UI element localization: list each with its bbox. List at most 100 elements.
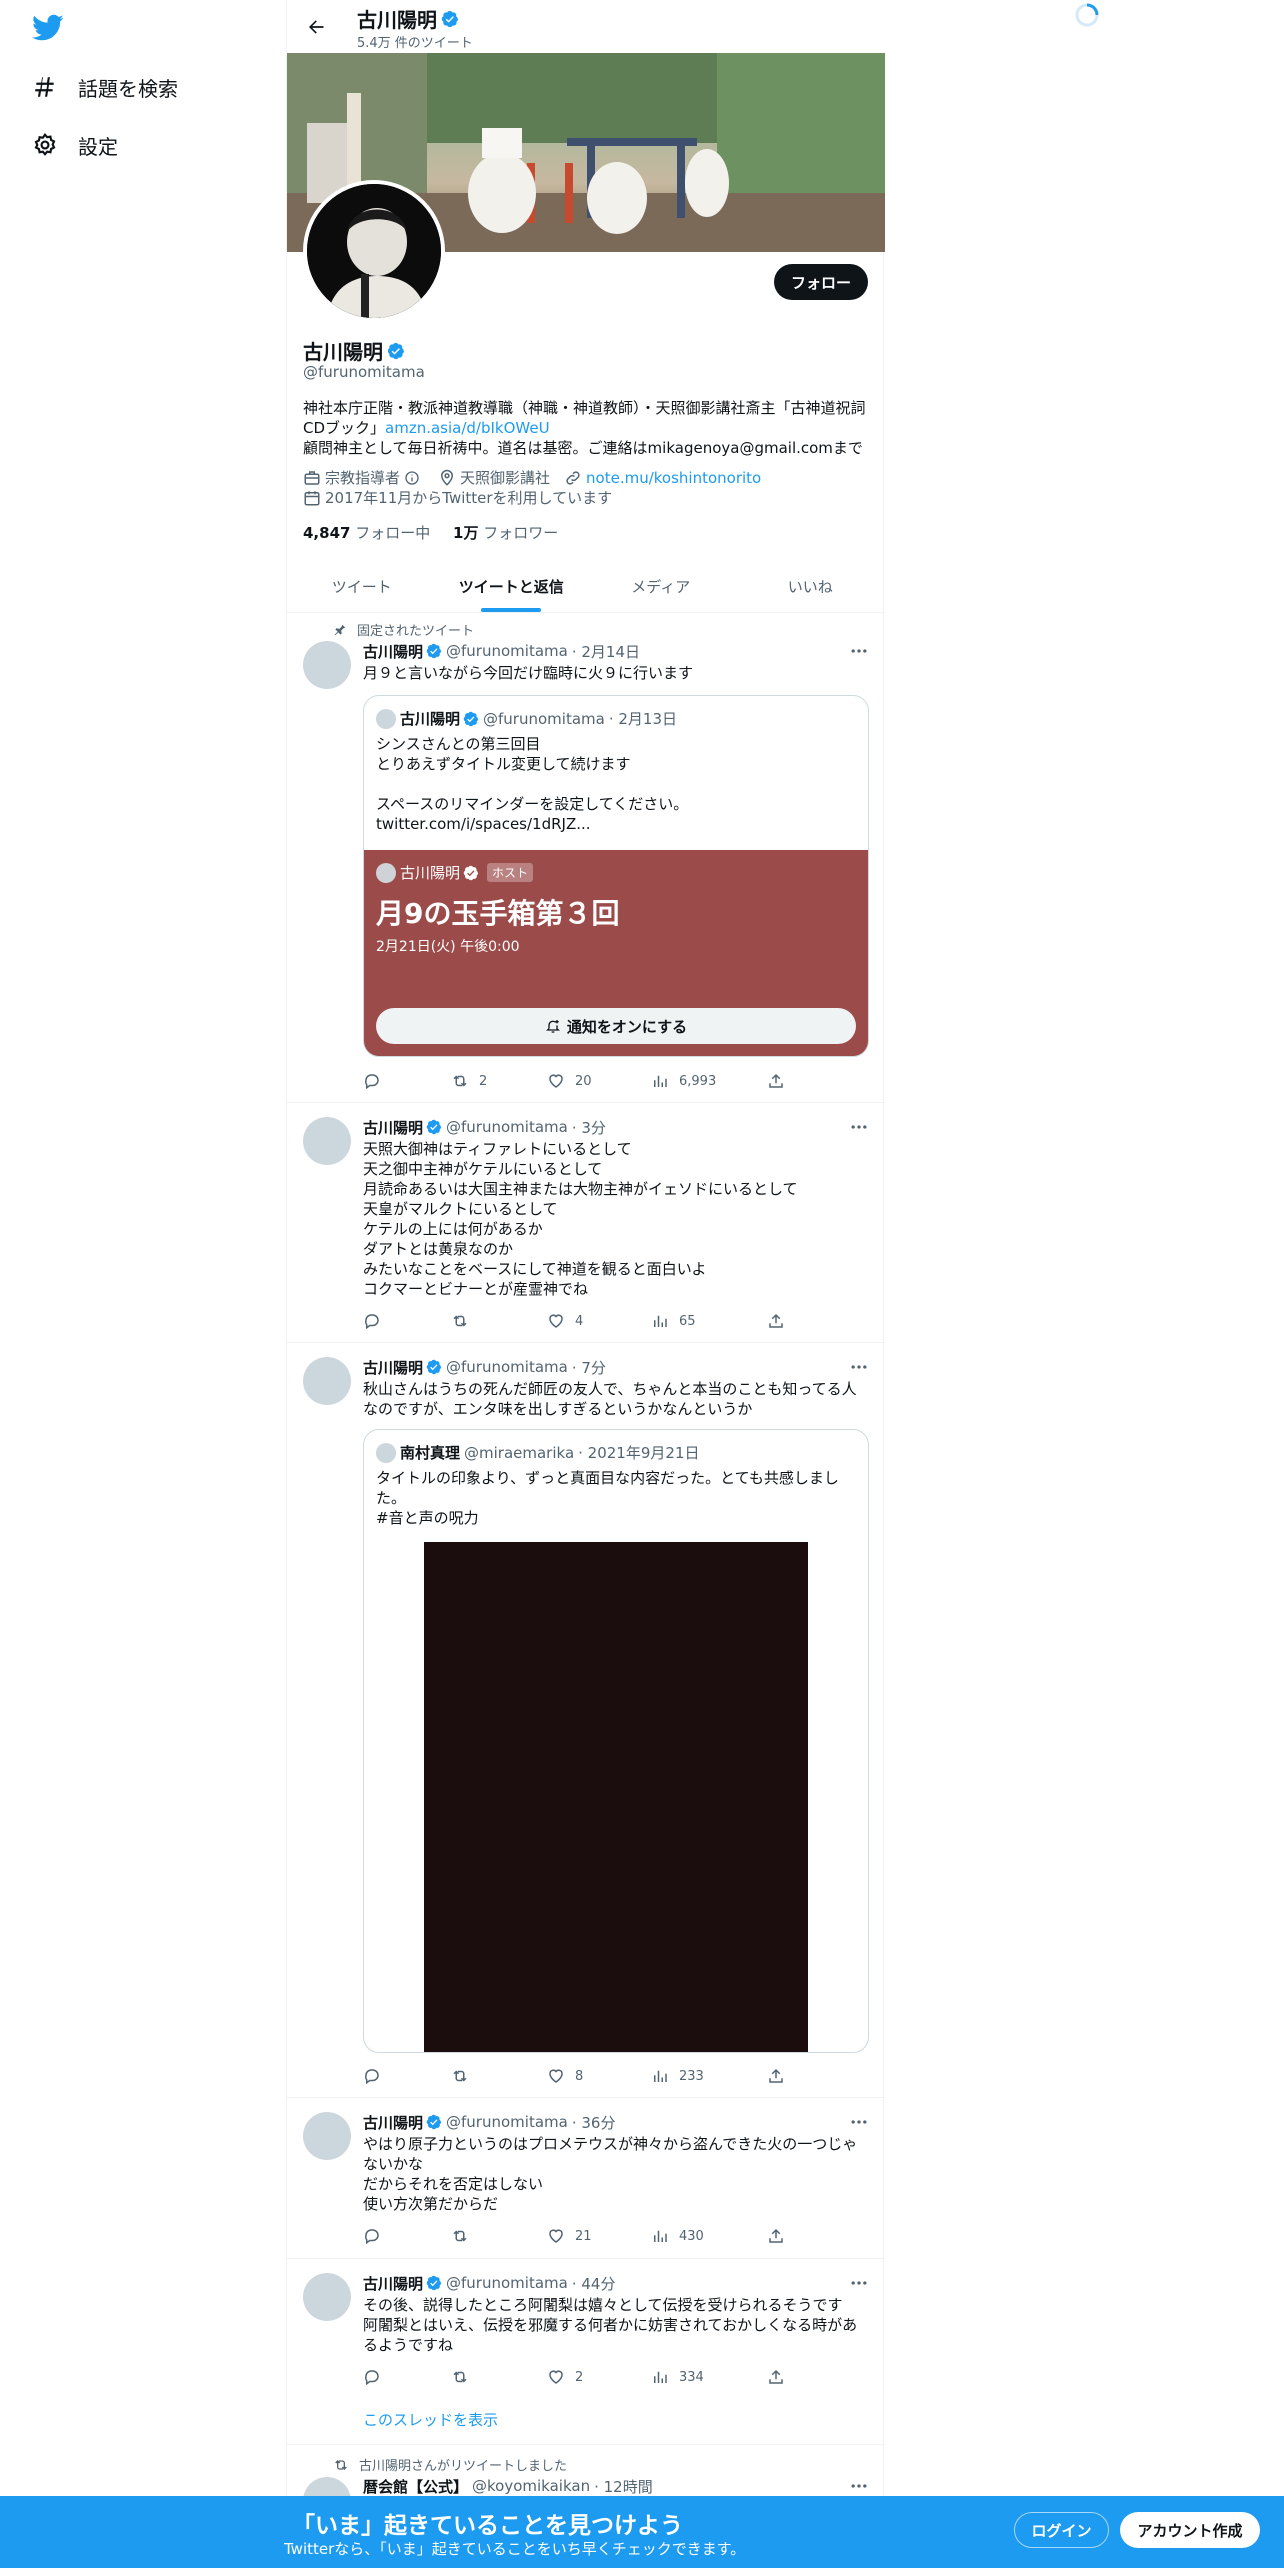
space-card[interactable]: 古川陽明 ホスト 月9の玉手箱第３回 2月21日(火) 午後0:00 通知をオン… — [364, 850, 868, 1056]
like-button[interactable]: 4 — [547, 1311, 651, 1331]
views-button[interactable]: 65 — [651, 1311, 767, 1331]
tab-tweets[interactable]: ツイート — [287, 560, 437, 612]
set-reminder-button[interactable]: 通知をオンにする — [376, 1008, 856, 1044]
tweet-author-handle[interactable]: @furunomitama — [446, 1358, 568, 1376]
briefcase-icon — [304, 471, 320, 485]
quote-avatar — [376, 708, 396, 729]
follow-stats: 4,847 フォロー中 1万 フォロワー — [303, 522, 558, 543]
tweet-author-handle[interactable]: @koyomikaikan — [472, 2477, 590, 2495]
quote-media-image[interactable] — [424, 1542, 808, 2052]
following-link[interactable]: 4,847 フォロー中 — [303, 524, 430, 542]
more-options-icon[interactable] — [849, 2112, 869, 2132]
tweet-author-name[interactable]: 古川陽明 — [363, 1117, 423, 1138]
heart-icon — [549, 1074, 563, 1088]
followers-link[interactable]: 1万 フォロワー — [453, 524, 558, 542]
share-button[interactable] — [767, 2226, 795, 2246]
reply-icon — [365, 2069, 379, 2085]
tweet-text: 秋山さんはうちの死んだ師匠の友人で、ちゃんと本当のことも知ってる人なのですが、エ… — [363, 1380, 857, 1418]
tweet-author-name[interactable]: 古川陽明 — [363, 2273, 423, 2294]
follow-button[interactable]: フォロー — [774, 264, 868, 300]
location-pin-icon — [441, 469, 454, 486]
retweet-button[interactable] — [451, 2367, 547, 2387]
like-button[interactable]: 20 — [547, 1071, 651, 1091]
twitter-logo-icon[interactable] — [32, 14, 64, 42]
tweet-author-handle[interactable]: @furunomitama — [446, 1118, 568, 1136]
tweet-avatar[interactable] — [303, 641, 351, 689]
profile-meta: 宗教指導者 天照御影講社 note.mu/koshintonorito 2017… — [303, 468, 869, 508]
like-button[interactable]: 2 — [547, 2367, 651, 2387]
tweet-timestamp[interactable]: · 2月14日 — [572, 641, 640, 662]
reply-button[interactable] — [363, 2066, 451, 2086]
views-button[interactable]: 334 — [651, 2367, 767, 2387]
tweet-avatar[interactable] — [303, 2273, 351, 2321]
tab-likes[interactable]: いいね — [736, 560, 886, 612]
tweet-timestamp[interactable]: · 3分 — [572, 1117, 606, 1138]
tweet-timestamp[interactable]: · 36分 — [572, 2112, 616, 2133]
info-icon[interactable] — [404, 470, 420, 486]
more-options-icon[interactable] — [849, 1357, 869, 1377]
more-options-icon[interactable] — [849, 641, 869, 661]
tab-media[interactable]: メディア — [586, 560, 736, 612]
login-button[interactable]: ログイン — [1014, 2512, 1109, 2548]
views-button[interactable]: 233 — [651, 2066, 767, 2086]
tweet-header: 古川陽明 @furunomitama · 7分 — [363, 1357, 869, 1377]
tweet-timestamp[interactable]: · 12時間 — [594, 2476, 653, 2497]
tweet-author-handle[interactable]: @furunomitama — [446, 2274, 568, 2292]
signup-button[interactable]: アカウント作成 — [1120, 2512, 1260, 2548]
host-badge: ホスト — [487, 863, 534, 882]
tweet[interactable]: 古川陽明 @furunomitama · 44分 その後、説得したところ阿闍梨は… — [287, 2259, 885, 2445]
like-button[interactable]: 21 — [547, 2226, 651, 2246]
back-arrow-icon[interactable] — [301, 12, 331, 42]
sidebar-item-settings[interactable]: 設定 — [30, 125, 118, 165]
more-options-icon[interactable] — [849, 2273, 869, 2293]
link-icon — [566, 471, 580, 485]
share-button[interactable] — [767, 2367, 795, 2387]
tweet[interactable]: 古川陽明 @furunomitama · 3分 天照大御神はティファレトにいると… — [287, 1103, 885, 1343]
profile-website-link[interactable]: note.mu/koshintonorito — [586, 468, 761, 488]
reply-button[interactable] — [363, 1311, 451, 1331]
profile-avatar[interactable] — [303, 180, 445, 322]
more-options-icon[interactable] — [849, 1117, 869, 1137]
tweet-author-name[interactable]: 古川陽明 — [363, 1357, 423, 1378]
reply-button[interactable] — [363, 2367, 451, 2387]
sidebar-item-explore[interactable]: 話題を検索 — [30, 67, 178, 107]
tweet-author-name[interactable]: 古川陽明 — [363, 641, 423, 662]
share-button[interactable] — [767, 1311, 795, 1331]
tweet-avatar[interactable] — [303, 2112, 351, 2160]
views-chart-icon — [654, 2371, 667, 2383]
tweet[interactable]: 固定されたツイート 古川陽明 @furunomitama · 2月14日 月９と… — [287, 613, 885, 1103]
retweet-button[interactable] — [451, 2066, 547, 2086]
retweet-button[interactable] — [451, 2226, 547, 2246]
tweet[interactable]: 古川陽明 @furunomitama · 36分 やはり原子力というのはプロメテ… — [287, 2098, 885, 2259]
retweet-button[interactable]: 2 — [451, 1071, 547, 1091]
sidebar-item-label: 設定 — [78, 134, 118, 159]
more-options-icon[interactable] — [849, 2476, 869, 2496]
like-button[interactable]: 8 — [547, 2066, 651, 2086]
reply-button[interactable] — [363, 2226, 451, 2246]
tweet-author-handle[interactable]: @furunomitama — [446, 2113, 568, 2131]
tweet-avatar[interactable] — [303, 1117, 351, 1165]
tweet-avatar[interactable] — [303, 1357, 351, 1405]
views-button[interactable]: 430 — [651, 2226, 767, 2246]
share-button[interactable] — [767, 1071, 795, 1091]
tweet-author-name[interactable]: 暦会館【公式】 — [363, 2476, 468, 2497]
quoted-tweet[interactable]: 南村真理 @miraemarika · 2021年9月21日 タイトルの印象より… — [363, 1429, 869, 2053]
share-icon — [769, 2228, 783, 2243]
tweet-timestamp[interactable]: · 7分 — [572, 1357, 606, 1378]
views-button[interactable]: 6,993 — [651, 1071, 767, 1091]
tweet-actions: 8 233 — [363, 2066, 803, 2086]
tweet-timestamp[interactable]: · 44分 — [572, 2273, 616, 2294]
views-chart-icon — [654, 1315, 667, 1327]
tweet[interactable]: 古川陽明 @furunomitama · 7分 秋山さんはうちの死んだ師匠の友人… — [287, 1343, 885, 2098]
retweet-button[interactable] — [451, 1311, 547, 1331]
show-thread-link[interactable]: このスレッドを表示 — [363, 2409, 498, 2430]
bio-link[interactable]: amzn.asia/d/bIkOWeU — [385, 419, 550, 437]
tweet-author-handle[interactable]: @furunomitama — [446, 642, 568, 660]
space-date: 2月21日(火) 午後0:00 — [376, 939, 520, 955]
reply-button[interactable] — [363, 1071, 451, 1091]
tab-tweets-and-replies[interactable]: ツイートと返信 — [437, 560, 587, 612]
views-chart-icon — [654, 2070, 667, 2082]
quoted-tweet[interactable]: 古川陽明 @furunomitama · 2月13日 シンスさんとの第三回目 と… — [363, 695, 869, 1057]
tweet-author-name[interactable]: 古川陽明 — [363, 2112, 423, 2133]
share-button[interactable] — [767, 2066, 795, 2086]
